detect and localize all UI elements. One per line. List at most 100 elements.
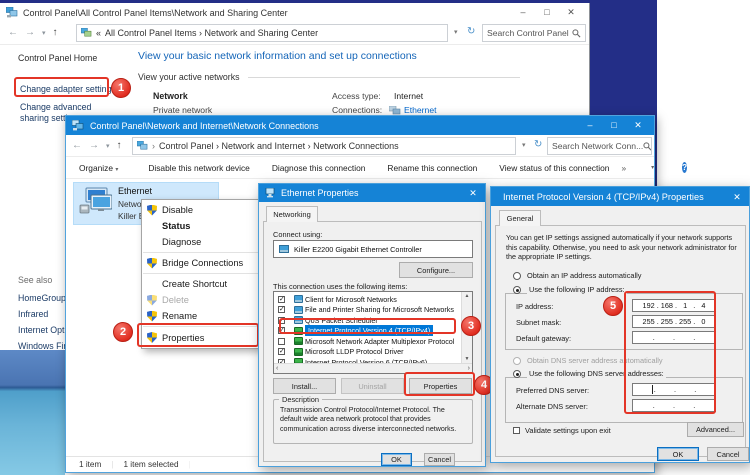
list-item-multiplexor[interactable]: Microsoft Network Adapter Multiplexor Pr…: [275, 336, 454, 347]
help-icon[interactable]: ?: [682, 162, 687, 173]
ethernet-adapter-icon: [78, 187, 112, 217]
up-icon[interactable]: ↑: [117, 140, 122, 151]
win2-search-placeholder: Search Network Conn...: [552, 141, 643, 151]
dlg1-cancel-button[interactable]: Cancel: [424, 453, 455, 466]
toolbar-more-chevron[interactable]: »: [621, 163, 626, 173]
menu-separator: [143, 252, 258, 253]
menu-item-bridge-connections[interactable]: Bridge Connections: [142, 255, 259, 271]
radio-use-ip[interactable]: [513, 286, 521, 294]
sidebar-item-control-panel-home[interactable]: Control Panel Home: [18, 53, 97, 63]
toolbar-rename-connection[interactable]: Rename this connection: [387, 163, 477, 173]
tab-networking[interactable]: Networking: [266, 206, 318, 222]
menu-separator: [143, 273, 258, 274]
tab-general[interactable]: General: [499, 210, 541, 226]
organize-button[interactable]: Organize ▾: [79, 163, 118, 173]
menu-item-create-shortcut[interactable]: Create Shortcut: [142, 276, 259, 292]
win2-minimize-button[interactable]: –: [578, 116, 602, 134]
scroll-left-icon[interactable]: ‹: [276, 365, 278, 372]
alternate-dns-label: Alternate DNS server:: [516, 402, 588, 411]
scroll-up-icon[interactable]: ▲: [465, 293, 470, 299]
menu-item-status[interactable]: Status: [142, 218, 259, 234]
scroll-right-icon[interactable]: ›: [468, 365, 470, 372]
search-icon: [572, 29, 581, 38]
radio-obtain-ip-label[interactable]: Obtain an IP address automatically: [527, 271, 641, 280]
adapter-name: Killer E2200 Gigabit Ethernet Controller: [294, 245, 422, 254]
search-icon: [643, 142, 652, 151]
win2-close-button[interactable]: ✕: [626, 116, 650, 134]
win1-titlebar[interactable]: Control Panel\All Control Panel Items\Ne…: [0, 3, 589, 22]
uac-shield-icon: [147, 311, 157, 322]
install-button[interactable]: Install...: [273, 378, 336, 394]
dlg1-close-button[interactable]: ✕: [461, 184, 485, 202]
menu-item-disable[interactable]: Disable: [142, 202, 259, 218]
checkbox-checked[interactable]: ✓: [278, 306, 285, 313]
menu-item-rename[interactable]: Rename: [142, 308, 259, 324]
refresh-icon[interactable]: ↻: [534, 139, 542, 150]
radio-use-dns[interactable]: [513, 370, 521, 378]
breadcrumb-prefix: «: [96, 28, 101, 38]
radio-obtain-dns[interactable]: [513, 357, 521, 365]
ethernet-link[interactable]: Ethernet: [404, 105, 437, 115]
breadcrumb-text[interactable]: Control Panel › Network and Internet › N…: [159, 141, 399, 151]
dlg1-titlebar[interactable]: Ethernet Properties ✕: [259, 184, 485, 202]
breadcrumb-text[interactable]: All Control Panel Items › Network and Sh…: [105, 28, 318, 38]
desktop-screenshot: Control Panel\All Control Panel Items\Ne…: [0, 0, 750, 475]
win1-close-button[interactable]: ✕: [559, 3, 583, 21]
dlg2-close-button[interactable]: ✕: [725, 188, 749, 206]
list-item-client[interactable]: ✓ Client for Microsoft Networks: [275, 294, 397, 305]
description-text: Transmission Control Protocol/Internet P…: [280, 406, 468, 434]
address-dropdown-icon[interactable]: ▾: [522, 141, 526, 149]
radio-obtain-ip[interactable]: [513, 272, 521, 280]
uac-shield-icon: [147, 205, 157, 216]
win1-minimize-button[interactable]: –: [511, 3, 535, 21]
toolbar-disable-device[interactable]: Disable this network device: [148, 163, 249, 173]
dlg1-ok-button[interactable]: OK: [381, 453, 412, 466]
nav-history-chevron-icon[interactable]: ▾: [42, 29, 46, 37]
win2-breadcrumb[interactable]: › Control Panel › Network and Internet ›…: [132, 137, 516, 155]
back-icon[interactable]: ←: [8, 27, 18, 38]
address-dropdown-icon[interactable]: ▾: [454, 28, 458, 36]
forward-icon[interactable]: →: [89, 140, 99, 151]
sidebar-item-infrared[interactable]: Infrared: [18, 309, 48, 319]
dlg2-intro-text: You can get IP settings assigned automat…: [506, 233, 739, 262]
win2-titlebar[interactable]: Control Panel\Network and Internet\Netwo…: [66, 116, 654, 135]
view-dropdown-icon[interactable]: ▾: [651, 164, 654, 171]
ip-address-label: IP address:: [516, 302, 553, 311]
back-icon[interactable]: ←: [72, 140, 82, 151]
win1-search-input[interactable]: Search Control Panel: [482, 24, 586, 42]
radio-use-ip-label[interactable]: Use the following IP address:: [527, 285, 627, 294]
default-gateway-label: Default gateway:: [516, 334, 571, 343]
status-selected-count: 1 item selected: [123, 460, 178, 469]
win2-maximize-button[interactable]: □: [602, 116, 626, 134]
scroll-down-icon[interactable]: ▼: [465, 356, 470, 362]
win2-search-input[interactable]: Search Network Conn...: [547, 137, 652, 155]
page-heading: View your basic network information and …: [138, 50, 417, 62]
list-item-file-printer[interactable]: ✓ File and Printer Sharing for Microsoft…: [275, 305, 454, 316]
toolbar-diagnose-connection[interactable]: Diagnose this connection: [272, 163, 366, 173]
uac-shield-icon: [147, 258, 157, 269]
list-item-lldp[interactable]: ✓ Microsoft LLDP Protocol Driver: [275, 347, 404, 358]
validate-label[interactable]: Validate settings upon exit: [525, 426, 611, 435]
up-icon[interactable]: ↑: [53, 27, 58, 38]
checkbox-checked[interactable]: ✓: [278, 296, 285, 303]
win1-maximize-button[interactable]: □: [535, 3, 559, 21]
dlg2-ok-button[interactable]: OK: [657, 447, 699, 461]
section-divider: [248, 77, 520, 78]
sidebar-item-homegroup[interactable]: HomeGroup: [18, 293, 66, 303]
menu-item-delete[interactable]: Delete: [142, 292, 259, 308]
menu-item-diagnose[interactable]: Diagnose: [142, 234, 259, 250]
checkbox-checked[interactable]: ✓: [278, 348, 285, 355]
advanced-button[interactable]: Advanced...: [687, 422, 744, 437]
validate-checkbox[interactable]: [513, 427, 520, 434]
uninstall-button[interactable]: Uninstall: [341, 378, 404, 394]
dlg2-cancel-button[interactable]: Cancel: [707, 447, 749, 461]
nav-history-chevron-icon[interactable]: ▾: [106, 142, 110, 150]
refresh-icon[interactable]: ↻: [467, 26, 475, 37]
dlg2-titlebar[interactable]: Internet Protocol Version 4 (TCP/IPv4) P…: [491, 187, 749, 206]
checkbox-unchecked[interactable]: [278, 338, 285, 345]
configure-button[interactable]: Configure...: [399, 262, 473, 278]
win1-search-placeholder: Search Control Panel: [487, 28, 569, 38]
forward-icon[interactable]: →: [25, 27, 35, 38]
win1-breadcrumb[interactable]: « All Control Panel Items › Network and …: [76, 24, 448, 42]
toolbar-view-status[interactable]: View status of this connection: [499, 163, 609, 173]
